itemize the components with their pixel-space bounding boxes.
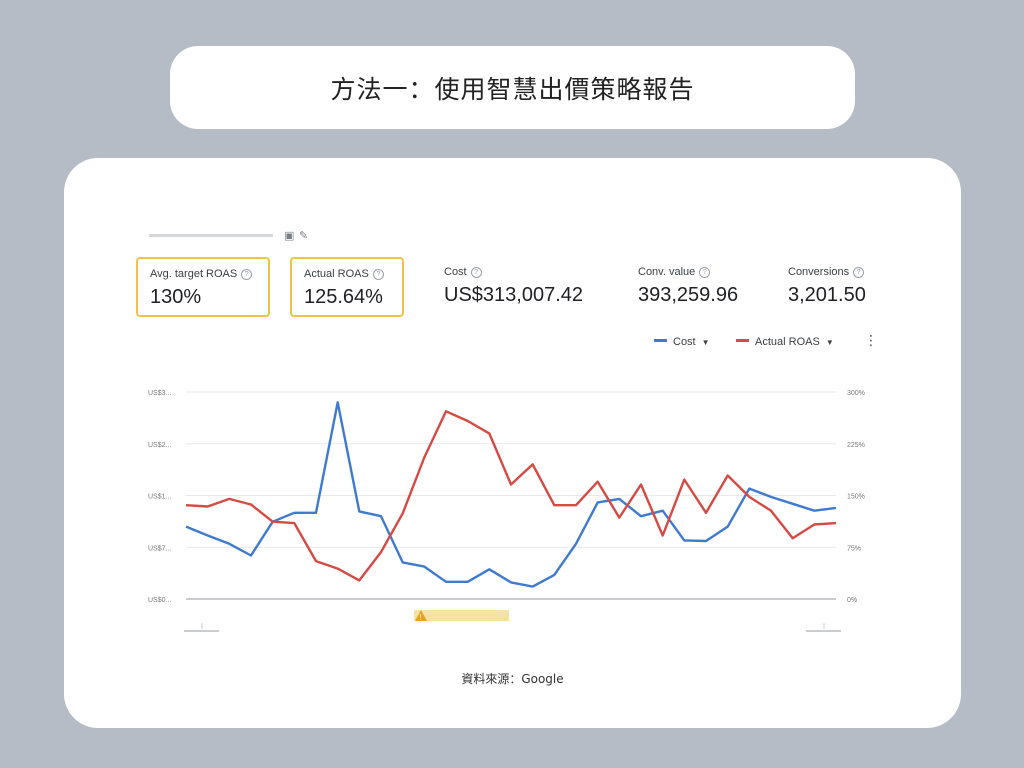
y-left-tick-label: US$2...: [148, 442, 171, 449]
y-left-tick-label: US$1...: [148, 494, 171, 501]
source-caption: 資料來源：Google: [461, 672, 564, 686]
y-right-tick-label: 225%: [847, 442, 865, 449]
y-right-tick-label: 300%: [847, 390, 865, 397]
title-banner: 方法一：使用智慧出價策略報告: [170, 46, 855, 129]
y-left-tick-label: US$0...: [148, 597, 171, 604]
y-right-tick-label: 75%: [847, 545, 861, 552]
y-left-tick-label: US$3...: [148, 390, 171, 397]
warning-highlight-bar[interactable]: [414, 610, 509, 621]
series-line-cost: [185, 401, 837, 588]
y-left-tick-label: US$7...: [148, 545, 171, 552]
line-chart: US$0... US$7... US$1... US$2... US$3... 0% 75…: [148, 390, 865, 632]
report-card: ▣ ✎ Avg. target ROAS? 130% Actual ROAS? …: [64, 158, 961, 728]
page-title: 方法一：使用智慧出價策略報告: [330, 74, 695, 104]
y-right-tick-label: 150%: [847, 494, 865, 501]
svg-text:!: !: [420, 613, 422, 622]
y-right-tick-label: 0%: [847, 597, 857, 604]
